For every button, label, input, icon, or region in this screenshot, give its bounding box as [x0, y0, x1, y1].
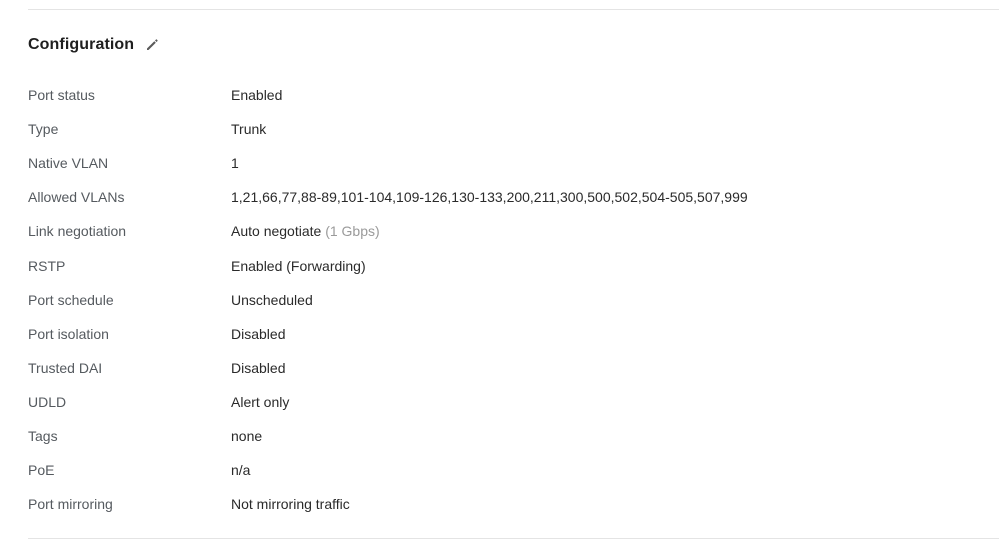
row-label: RSTP: [28, 257, 66, 274]
pencil-icon-graphic: [147, 39, 158, 50]
row-label: Trusted DAI: [28, 359, 103, 376]
row-label: Type: [28, 121, 59, 138]
row-value: 1,21,66,77,88-89,101-104,109-126,130-133…: [231, 189, 748, 206]
row-label: Port isolation: [28, 325, 109, 342]
config-row-port-status: Port status Enabled: [28, 78, 999, 112]
top-divider: [28, 9, 999, 10]
row-value: Not mirroring traffic: [231, 496, 350, 513]
row-value: n/a: [231, 462, 251, 479]
row-label: Native VLAN: [28, 155, 109, 172]
config-row-port-isolation: Port isolation Disabled: [28, 317, 999, 351]
row-label: Allowed VLANs: [28, 189, 125, 206]
row-label: PoE: [28, 462, 55, 479]
row-value: Disabled: [231, 325, 286, 342]
row-value: Enabled (Forwarding): [231, 257, 366, 274]
row-label: UDLD: [28, 393, 67, 410]
config-row-link-negotiation: Link negotiation Auto negotiate (1 Gbps): [28, 214, 999, 248]
config-row-udld: UDLD Alert only: [28, 385, 999, 419]
config-rows: Port status Enabled Type Trunk Native VL…: [28, 78, 999, 521]
section-header: Configuration: [28, 34, 160, 56]
row-value: Auto negotiate: [231, 223, 322, 240]
bottom-divider: [28, 538, 999, 539]
row-value: 1: [231, 155, 239, 172]
config-row-poe: PoE n/a: [28, 453, 999, 487]
config-row-trusted-dai: Trusted DAI Disabled: [28, 351, 999, 385]
row-value: Alert only: [231, 393, 290, 410]
row-value-group: Auto negotiate (1 Gbps): [231, 223, 380, 239]
config-row-port-mirroring: Port mirroring Not mirroring traffic: [28, 487, 999, 521]
row-value: none: [231, 427, 263, 444]
row-label: Port status: [28, 87, 95, 104]
configuration-panel: Configuration Port status Enabled Type T…: [0, 0, 999, 559]
config-row-allowed-vlans: Allowed VLANs 1,21,66,77,88-89,101-104,1…: [28, 180, 999, 214]
row-value: Trunk: [231, 121, 267, 138]
row-value: Unscheduled: [231, 291, 313, 308]
link-speed-note: (1 Gbps): [325, 223, 380, 240]
row-value: Enabled: [231, 87, 283, 104]
config-row-native-vlan: Native VLAN 1: [28, 146, 999, 180]
row-label: Tags: [28, 427, 58, 444]
row-label: Link negotiation: [28, 223, 127, 240]
section-title: Configuration: [28, 36, 135, 53]
pencil-icon[interactable]: [144, 37, 160, 53]
row-value: Disabled: [231, 359, 286, 376]
config-row-rstp: RSTP Enabled (Forwarding): [28, 248, 999, 282]
row-label: Port mirroring: [28, 496, 113, 513]
config-row-type: Type Trunk: [28, 112, 999, 146]
row-label: Port schedule: [28, 291, 114, 308]
config-row-port-schedule: Port schedule Unscheduled: [28, 283, 999, 317]
config-row-tags: Tags none: [28, 419, 999, 453]
